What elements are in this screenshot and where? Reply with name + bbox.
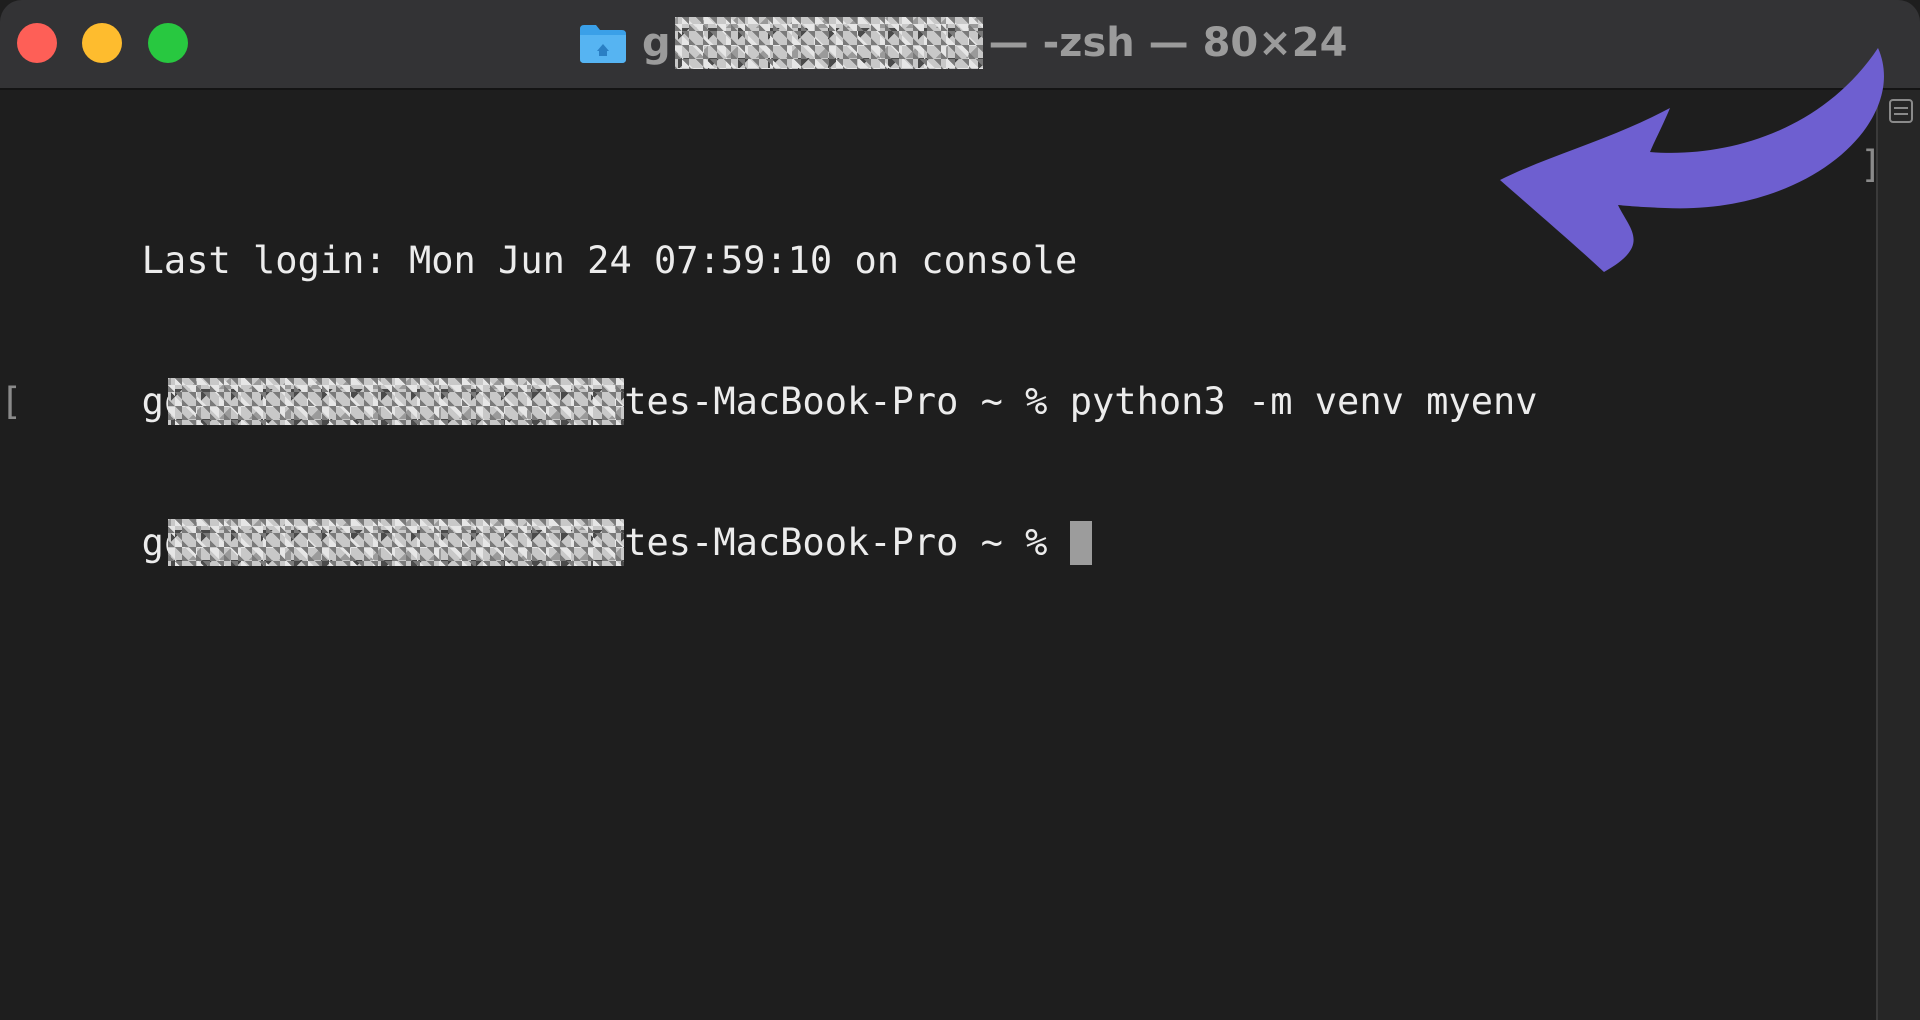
close-button[interactable] [17,23,57,63]
terminal-line: go tes-MacBook-Pro ~ % [8,472,1878,566]
redacted-hostname [168,519,625,566]
current-prompt: tes-MacBook-Pro ~ % [624,521,1070,564]
curved-arrow-icon [1500,48,1884,272]
title-suffix: — -zsh — 80×24 [988,20,1348,66]
redacted-username [674,17,983,69]
title-prefix: g [642,20,671,66]
login-line: Last login: Mon Jun 24 07:59:10 on conso… [141,239,1078,282]
redacted-hostname [168,378,625,425]
folder-icon [580,25,626,63]
terminal-line: [go tes-MacBook-Pro ~ % python3 -m venv m… [0,331,1878,425]
mark-bracket: [ [0,380,23,423]
text-cursor [1069,521,1092,565]
command-line: tes-MacBook-Pro ~ % python3 -m venv myen… [624,380,1538,423]
minimize-button[interactable] [82,23,122,63]
terminal-window: g — -zsh — 80×24 Last login: Mon Jun 24 … [0,0,1920,1020]
zoom-button[interactable] [148,23,188,63]
window-title: g — -zsh — 80×24 [578,10,1347,76]
